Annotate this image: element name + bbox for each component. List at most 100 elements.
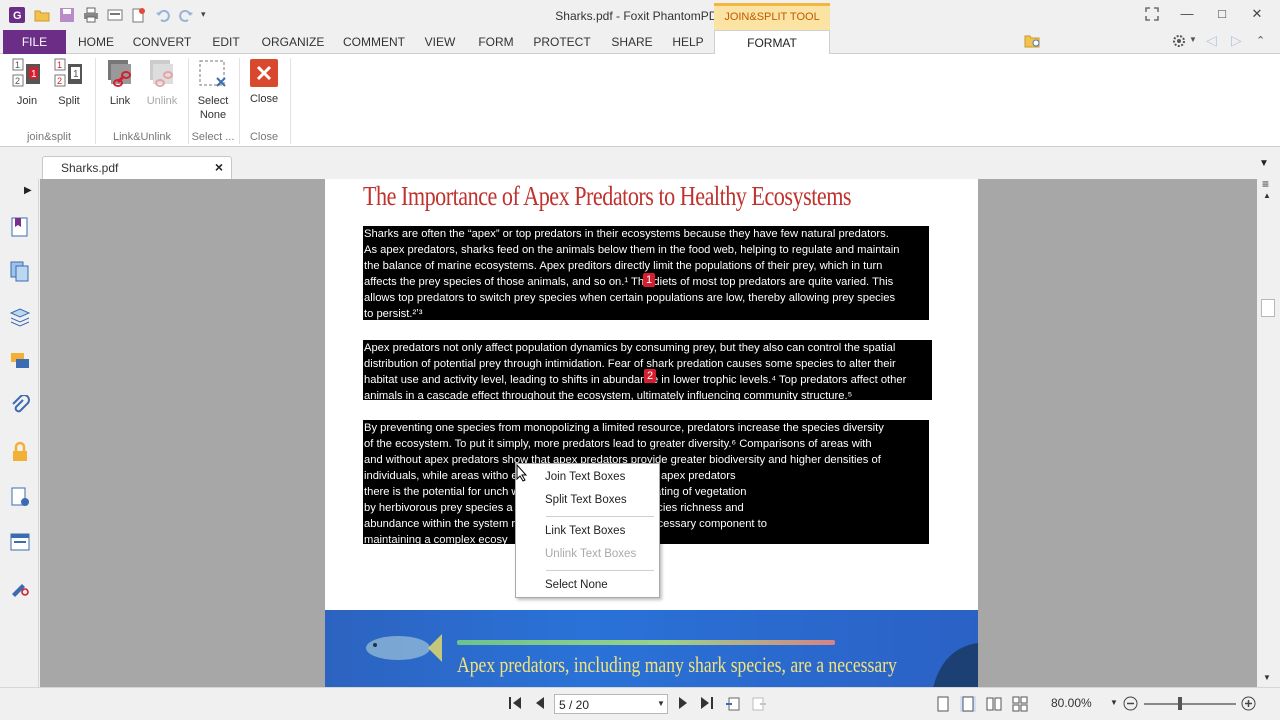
previous-page-icon[interactable]: [534, 696, 546, 710]
pages-thumbnails-icon[interactable]: [9, 260, 31, 282]
select-none-icon: [199, 60, 226, 87]
pdf-page[interactable]: The Importance of Apex Predators to Heal…: [325, 179, 978, 687]
tab-comment[interactable]: COMMENT: [338, 30, 410, 54]
page-heading[interactable]: The Importance of Apex Predators to Heal…: [363, 181, 852, 212]
find-folder-icon[interactable]: [1024, 33, 1042, 49]
document-viewport[interactable]: The Importance of Apex Predators to Heal…: [40, 179, 1257, 687]
minimize-button[interactable]: —: [1172, 4, 1202, 24]
select-none-label-line2: None: [199, 109, 227, 121]
close-tab-icon[interactable]: ×: [215, 159, 223, 175]
paragraph-line: animals in a cascade effect throughout t…: [364, 390, 853, 400]
group-label-joinsplit: join&split: [26, 131, 72, 143]
page-number-value: 5 / 20: [559, 698, 590, 712]
join-button[interactable]: 1 2 1 Join: [8, 58, 46, 108]
tab-edit[interactable]: EDIT: [205, 30, 247, 54]
fullscreen-icon[interactable]: [1145, 7, 1159, 21]
fish-illustration: [366, 634, 442, 662]
tab-share[interactable]: SHARE: [605, 30, 659, 54]
document-tab-label: Sharks.pdf: [61, 161, 119, 175]
zoom-out-icon[interactable]: [1123, 696, 1138, 711]
tab-form[interactable]: FORM: [472, 30, 520, 54]
security-lock-icon[interactable]: [9, 441, 31, 463]
menu-item-link-text-boxes[interactable]: Link Text Boxes: [545, 525, 625, 537]
maximize-button[interactable]: □: [1207, 4, 1237, 24]
tab-format[interactable]: FORMAT: [714, 30, 830, 55]
zoom-dropdown-icon[interactable]: ▼: [1110, 698, 1118, 707]
tab-convert[interactable]: CONVERT: [128, 30, 196, 54]
split-view-icon[interactable]: ≡: [1262, 177, 1269, 191]
context-menu: Join Text Boxes Split Text Boxes Link Te…: [515, 463, 660, 598]
svg-text:2: 2: [15, 76, 20, 86]
continuous-view-icon[interactable]: [960, 696, 976, 712]
zoom-in-icon[interactable]: [1241, 696, 1256, 711]
select-none-label: Select None: [193, 94, 233, 122]
collapse-ribbon-icon[interactable]: ⌃: [1256, 34, 1265, 47]
tab-protect[interactable]: PROTECT: [528, 30, 596, 54]
svg-text:1: 1: [73, 69, 79, 80]
paragraph-line: By preventing one species from monopoliz…: [364, 422, 884, 434]
tab-home[interactable]: HOME: [70, 30, 122, 54]
zoom-level[interactable]: 80.00%: [1051, 696, 1092, 710]
tab-organize[interactable]: ORGANIZE: [256, 30, 330, 54]
close-window-button[interactable]: ✕: [1242, 4, 1272, 24]
page-number-field[interactable]: 5 / 20 ▼: [554, 694, 668, 714]
bookmarks-icon[interactable]: [9, 216, 31, 238]
previous-result-icon[interactable]: ◁: [1206, 32, 1217, 49]
banner-divider-bar: [457, 640, 835, 645]
next-result-icon[interactable]: ▷: [1231, 32, 1242, 49]
document-properties-icon[interactable]: [9, 486, 31, 508]
close-tool-button[interactable]: Close: [245, 58, 283, 106]
page-dropdown-icon[interactable]: ▼: [657, 699, 665, 708]
expand-panel-icon[interactable]: ▶: [24, 185, 32, 196]
select-none-button[interactable]: Select None: [193, 58, 233, 122]
previous-view-icon[interactable]: [725, 696, 741, 712]
menu-item-select-none[interactable]: Select None: [545, 579, 608, 591]
facing-view-icon[interactable]: [986, 696, 1002, 712]
next-view-icon[interactable]: [751, 696, 767, 712]
layers-icon[interactable]: [9, 305, 31, 327]
menu-item-split-text-boxes[interactable]: Split Text Boxes: [545, 494, 627, 506]
text-box-order-marker[interactable]: 2: [644, 369, 656, 383]
signature-validation-icon[interactable]: [9, 576, 31, 598]
menu-separator: [546, 516, 654, 517]
ribbon-tab-bar: FILE HOME CONVERT EDIT ORGANIZE COMMENT …: [0, 30, 1280, 81]
paragraph-line: the balance of marine ecosystems. Apex p…: [364, 260, 883, 272]
unlink-label: Unlink: [146, 95, 178, 107]
settings-dropdown-icon[interactable]: ▼: [1189, 35, 1197, 44]
group-divider: [95, 58, 96, 144]
attachments-icon[interactable]: [9, 395, 31, 417]
link-label: Link: [109, 95, 131, 107]
scroll-thumb[interactable]: [1261, 299, 1275, 317]
svg-text:1: 1: [31, 69, 37, 80]
form-fields-icon[interactable]: [9, 531, 31, 553]
zoom-slider-track[interactable]: [1144, 703, 1236, 705]
vertical-scrollbar[interactable]: ≡ ▲ ▼: [1257, 177, 1280, 687]
menu-item-unlink-text-boxes[interactable]: Unlink Text Boxes: [545, 548, 636, 560]
split-icon: 1 2 1: [54, 58, 82, 87]
comments-icon[interactable]: [9, 350, 31, 372]
last-page-icon[interactable]: [700, 696, 714, 710]
tab-view[interactable]: VIEW: [418, 30, 462, 54]
next-page-icon[interactable]: [677, 696, 689, 710]
menu-item-join-text-boxes[interactable]: Join Text Boxes: [545, 471, 625, 483]
scroll-down-icon[interactable]: ▼: [1263, 673, 1271, 682]
split-button[interactable]: 1 2 1 Split: [50, 58, 88, 108]
paragraph-line: Apex predators not only affect populatio…: [364, 342, 896, 354]
link-button[interactable]: Link: [101, 58, 139, 108]
menu-separator: [546, 570, 654, 571]
settings-gear-icon[interactable]: [1171, 33, 1187, 49]
unlink-button[interactable]: Unlink: [143, 58, 181, 108]
tab-file[interactable]: FILE: [3, 30, 66, 54]
text-box-order-marker[interactable]: 1: [643, 273, 655, 287]
document-tab[interactable]: Sharks.pdf ×: [42, 156, 232, 179]
scroll-up-icon[interactable]: ▲: [1263, 191, 1271, 200]
banner-caption: Apex predators, including many shark spe…: [457, 652, 897, 677]
tab-list-dropdown-icon[interactable]: ▼: [1259, 158, 1269, 169]
zoom-slider-thumb[interactable]: [1178, 697, 1182, 710]
first-page-icon[interactable]: [508, 696, 522, 710]
single-page-view-icon[interactable]: [937, 696, 949, 712]
mouse-pointer-icon: [516, 464, 528, 482]
close-icon: [250, 59, 278, 87]
continuous-facing-view-icon[interactable]: [1012, 696, 1028, 712]
tab-help[interactable]: HELP: [667, 30, 709, 54]
